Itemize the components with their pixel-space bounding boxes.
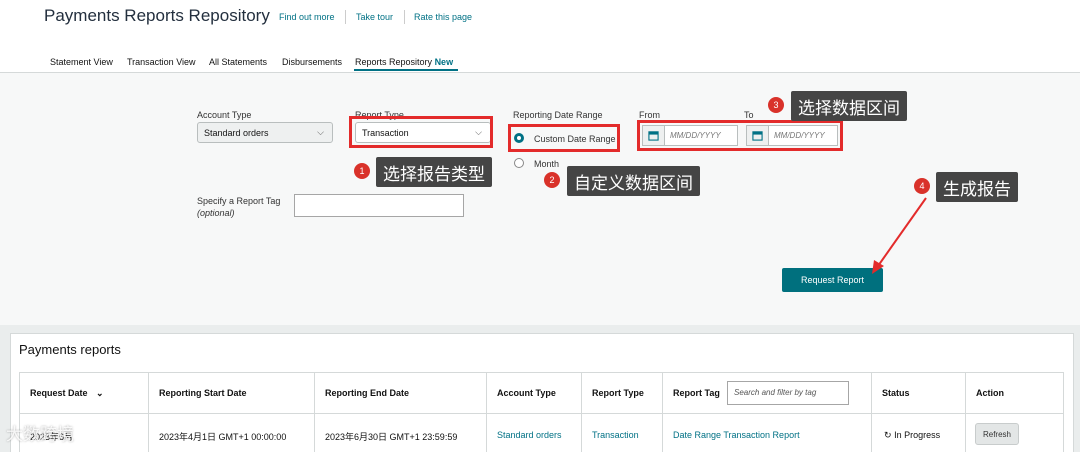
annotation-box-report-type <box>349 116 493 148</box>
find-out-more-link[interactable]: Find out more <box>279 12 335 22</box>
cell-report-type: Transaction <box>592 430 639 440</box>
tab-disbursements[interactable]: Disbursements <box>282 57 342 67</box>
sort-chevron-icon[interactable]: ⌄ <box>96 388 104 398</box>
new-badge: New <box>434 57 454 67</box>
watermark-text: 大数跨境 <box>6 425 74 444</box>
refresh-button[interactable]: Refresh <box>975 423 1019 445</box>
column-header-end-date: Reporting End Date <box>325 388 410 398</box>
rate-page-link[interactable]: Rate this page <box>414 12 472 22</box>
to-label: To <box>744 110 754 120</box>
active-tab-indicator <box>354 69 458 71</box>
report-tag-hint: (optional) <box>197 208 235 218</box>
cell-end-date: 2023年6月30日 GMT+1 23:59:59 <box>325 432 458 442</box>
annotation-box-custom-range <box>508 124 620 152</box>
cell-report-tag: Date Range Transaction Report <box>673 430 800 440</box>
column-divider <box>662 372 663 452</box>
month-label: Month <box>534 159 560 169</box>
annotation-label: 生成报告 <box>936 172 1018 202</box>
column-header-account-type: Account Type <box>497 388 556 398</box>
column-divider <box>871 372 872 452</box>
reports-title: Payments reports <box>19 342 121 357</box>
cell-status: ↻ In Progress <box>884 430 940 441</box>
tag-filter-input[interactable]: Search and filter by tag <box>727 381 849 405</box>
column-header-start-date: Reporting Start Date <box>159 388 247 398</box>
status-text: In Progress <box>894 430 941 440</box>
column-header-report-tag: Report Tag <box>673 388 720 398</box>
from-label: From <box>639 110 660 120</box>
header-divider <box>345 10 346 24</box>
month-radio[interactable] <box>514 158 524 168</box>
column-divider <box>581 372 582 452</box>
column-header-report-type: Report Type <box>592 388 644 398</box>
annotation-number: 1 <box>354 163 370 179</box>
annotation-label: 选择数据区间 <box>791 91 907 121</box>
column-divider <box>1063 372 1064 452</box>
annotation-label: 自定义数据区间 <box>567 166 700 196</box>
take-tour-link[interactable]: Take tour <box>356 12 393 22</box>
date-range-label: Reporting Date Range <box>513 110 603 120</box>
report-tag-label: Specify a Report Tag <box>197 196 281 206</box>
annotation-label: 选择报告类型 <box>376 157 492 187</box>
column-divider <box>314 372 315 452</box>
column-header-label: Request Date <box>30 388 88 398</box>
annotation-number: 2 <box>544 172 560 188</box>
watermark-logo: 大数跨境 <box>6 420 74 445</box>
column-header-status: Status <box>882 388 910 398</box>
account-type-value: Standard orders <box>204 128 269 138</box>
column-header-action: Action <box>976 388 1004 398</box>
tab-statement-view[interactable]: Statement View <box>50 57 113 67</box>
page-title: Payments Reports Repository <box>44 6 270 25</box>
account-type-label: Account Type <box>197 110 252 120</box>
report-tag-input[interactable] <box>294 194 464 217</box>
header-divider <box>404 10 405 24</box>
column-divider <box>148 372 149 452</box>
annotation-number: 3 <box>768 97 784 113</box>
account-type-select[interactable]: Standard orders ⌵ <box>197 122 333 143</box>
annotation-arrow <box>872 197 927 274</box>
spinner-icon: ↻ <box>884 430 892 440</box>
column-header-request-date[interactable]: Request Date ⌄ <box>30 388 104 399</box>
cell-start-date: 2023年4月1日 GMT+1 00:00:00 <box>159 432 287 442</box>
column-divider <box>486 372 487 452</box>
chevron-down-icon: ⌵ <box>317 127 324 137</box>
cell-account-type: Standard orders <box>497 430 562 440</box>
tab-transaction-view[interactable]: Transaction View <box>127 57 196 67</box>
tab-label: Reports Repository <box>355 57 433 67</box>
annotation-box-date-range <box>637 120 843 151</box>
tab-reports-repository[interactable]: Reports Repository New <box>355 57 453 67</box>
tab-all-statements[interactable]: All Statements <box>209 57 267 67</box>
column-divider <box>965 372 966 452</box>
